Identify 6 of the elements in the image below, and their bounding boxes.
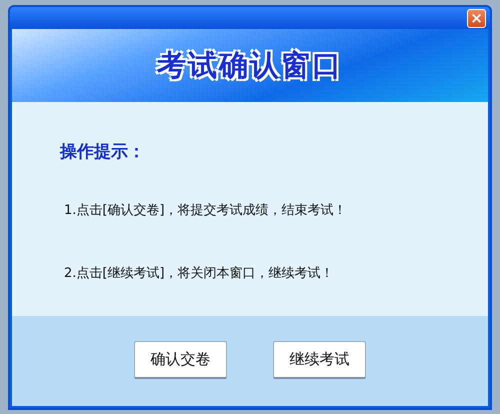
tips-heading: 操作提示： <box>60 141 146 163</box>
continue-button[interactable]: 继续考试 <box>273 341 366 379</box>
banner-title: 考试确认窗口 <box>157 46 343 84</box>
submit-button[interactable]: 确认交卷 <box>134 341 227 379</box>
tip-text: 2.点击[继续考试]，将关闭本窗口，继续考试！ <box>64 265 335 282</box>
tip-text: 1.点击[确认交卷]，将提交考试成绩，结束考试！ <box>64 202 348 219</box>
